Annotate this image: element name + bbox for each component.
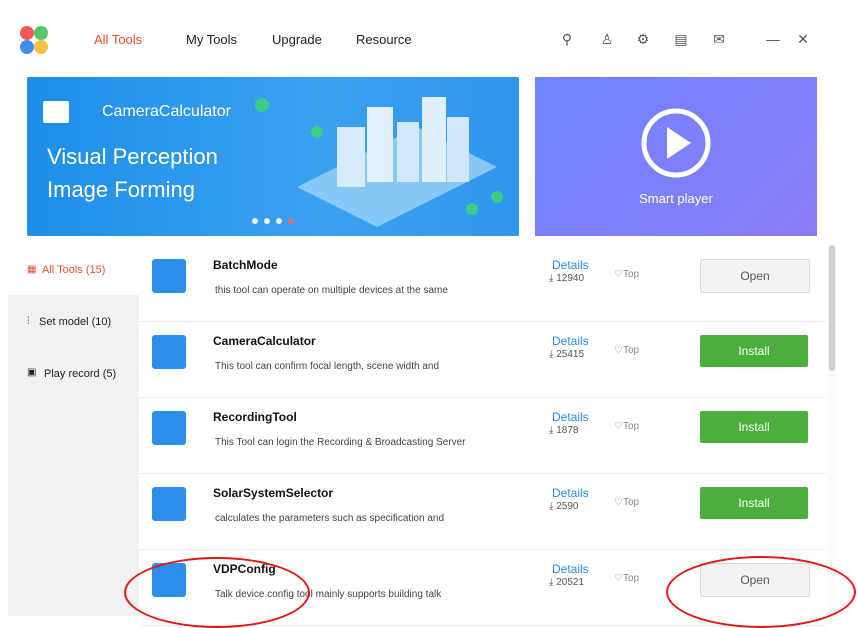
camera-calculator-icon bbox=[152, 335, 186, 369]
recording-tool-icon bbox=[152, 411, 186, 445]
download-count: ⤓ 20521 bbox=[549, 577, 585, 588]
banner-product: CameraCalculator bbox=[102, 103, 231, 120]
search-icon[interactable]: ⚲ bbox=[558, 30, 576, 48]
details-link[interactable]: Details bbox=[552, 410, 589, 424]
details-link[interactable]: Details bbox=[552, 486, 589, 500]
table-row: BatchMode this tool can operate on multi… bbox=[139, 245, 826, 322]
play-circle-icon bbox=[641, 108, 711, 178]
tool-description: This tool can confirm focal length, scen… bbox=[215, 361, 440, 372]
annotation-circle-open-button bbox=[666, 556, 856, 628]
sidebar-item-label: All Tools (15) bbox=[42, 264, 106, 276]
download-count-value: 12940 bbox=[556, 273, 585, 284]
table-row: CameraCalculator This tool can confirm f… bbox=[139, 321, 826, 398]
download-count-value: 2590 bbox=[556, 501, 579, 512]
top-toggle[interactable]: ♡Top bbox=[614, 573, 639, 584]
details-link[interactable]: Details bbox=[552, 258, 589, 272]
download-count: ⤓ 1878 bbox=[549, 425, 579, 436]
details-link[interactable]: Details bbox=[552, 562, 589, 576]
download-count-value: 25415 bbox=[556, 349, 585, 360]
sidebar-item-play-record[interactable]: ▣ Play record (5) bbox=[8, 349, 139, 399]
download-count-value: 1878 bbox=[556, 425, 579, 436]
table-row: RecordingTool This Tool can login the Re… bbox=[139, 397, 826, 474]
tool-description: this tool can operate on multiple device… bbox=[215, 285, 448, 296]
notes-icon[interactable]: ▤ bbox=[672, 30, 690, 48]
top-label: Top bbox=[622, 573, 640, 584]
sidebar-item-label: Play record (5) bbox=[44, 368, 117, 380]
sliders-icon: ⫶ bbox=[27, 316, 30, 327]
banner-line2: Image Forming bbox=[47, 177, 195, 202]
tool-name: SolarSystemSelector bbox=[213, 486, 334, 500]
top-bar: All Tools My Tools Upgrade Resource ⚲ ♙ … bbox=[8, 10, 834, 68]
app-logo bbox=[20, 26, 48, 54]
annotation-circle-vdpconfig bbox=[124, 557, 310, 628]
details-link[interactable]: Details bbox=[552, 334, 589, 348]
nav-all-tools[interactable]: All Tools bbox=[94, 32, 142, 47]
top-toggle[interactable]: ♡Top bbox=[614, 269, 639, 280]
banner-line1: Visual Perception bbox=[47, 144, 218, 169]
nav-my-tools[interactable]: My Tools bbox=[186, 32, 237, 47]
tool-name: BatchMode bbox=[213, 258, 278, 272]
sidebar-item-all-tools[interactable]: ▦ All Tools (15) bbox=[8, 245, 139, 295]
tool-name: CameraCalculator bbox=[213, 334, 316, 348]
download-count: ⤓ 25415 bbox=[549, 349, 585, 360]
settings-icon[interactable]: ⚙ bbox=[634, 30, 652, 48]
tool-name: RecordingTool bbox=[213, 410, 297, 424]
grid-icon: ▦ bbox=[27, 264, 37, 275]
camera-calculator-icon bbox=[43, 101, 69, 123]
top-label: Top bbox=[622, 421, 640, 432]
install-button[interactable]: Install bbox=[700, 411, 808, 443]
play-square-icon: ▣ bbox=[27, 367, 37, 378]
open-button[interactable]: Open bbox=[700, 259, 810, 293]
banner-side-label: Smart player bbox=[639, 191, 713, 206]
top-toggle[interactable]: ♡Top bbox=[614, 345, 639, 356]
tool-description: calculates the parameters such as specif… bbox=[215, 513, 445, 524]
install-button[interactable]: Install bbox=[700, 487, 808, 519]
minimize-icon[interactable]: — bbox=[764, 30, 782, 48]
sidebar: ▦ All Tools (15) ⫶ Set model (10) ▣ Play… bbox=[8, 245, 139, 616]
banner-smart-player[interactable]: Smart player bbox=[535, 77, 817, 236]
nav-resource[interactable]: Resource bbox=[356, 32, 412, 47]
top-toggle[interactable]: ♡Top bbox=[614, 421, 639, 432]
user-icon[interactable]: ♙ bbox=[598, 30, 616, 48]
install-button[interactable]: Install bbox=[700, 335, 808, 367]
download-count: ⤓ 12940 bbox=[549, 273, 585, 284]
sidebar-item-set-model[interactable]: ⫶ Set model (10) bbox=[8, 297, 139, 347]
scrollbar[interactable] bbox=[828, 245, 836, 616]
table-row: SolarSystemSelector calculates the param… bbox=[139, 473, 826, 550]
nav-upgrade[interactable]: Upgrade bbox=[272, 32, 322, 47]
close-icon[interactable]: ✕ bbox=[794, 30, 812, 48]
top-label: Top bbox=[622, 497, 640, 508]
top-label: Top bbox=[622, 345, 640, 356]
solar-system-selector-icon bbox=[152, 487, 186, 521]
top-toggle[interactable]: ♡Top bbox=[614, 497, 639, 508]
mail-icon[interactable]: ✉ bbox=[710, 30, 728, 48]
tool-description: This Tool can login the Recording & Broa… bbox=[215, 437, 466, 448]
top-label: Top bbox=[622, 269, 640, 280]
scrollbar-thumb[interactable] bbox=[829, 245, 835, 371]
banner-main[interactable]: CameraCalculator Visual Perception Image… bbox=[27, 77, 519, 236]
download-count: ⤓ 2590 bbox=[549, 501, 579, 512]
sidebar-item-label: Set model (10) bbox=[39, 316, 112, 328]
batchmode-icon bbox=[152, 259, 186, 293]
download-count-value: 20521 bbox=[556, 577, 585, 588]
